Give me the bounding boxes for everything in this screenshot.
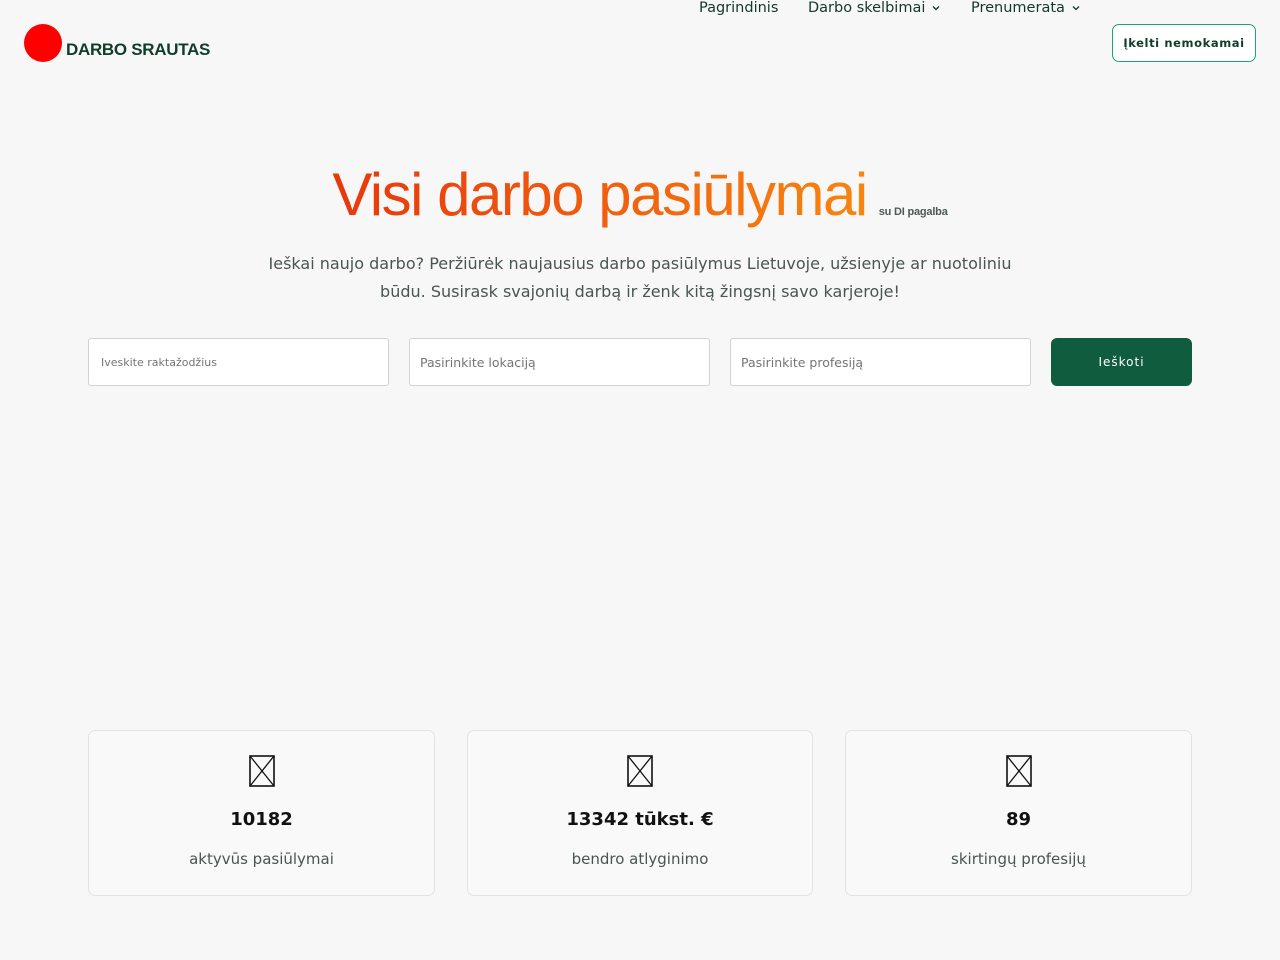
broken-image-icon [627, 755, 653, 787]
nav-item-prenumerata[interactable]: Prenumerata [971, 0, 1081, 16]
stat-value: 10182 [230, 809, 293, 830]
nav-item-label: Darbo skelbimai [808, 0, 926, 16]
brand-logo[interactable]: DARBO SRAUTAS [24, 24, 210, 62]
stat-card-active-offers: 10182 aktyvūs pasiūlymai [88, 730, 435, 896]
site-header: DARBO SRAUTAS Pagrindinis Darbo skelbima… [0, 0, 1280, 86]
stat-value: 13342 tūkst. € [566, 809, 714, 830]
logo-red-circle-icon [24, 24, 62, 62]
profession-select[interactable] [730, 338, 1031, 386]
brand-name: DARBO SRAUTAS [66, 40, 211, 59]
keywords-input[interactable] [88, 338, 389, 386]
page-title: Visi darbo pasiūlymai su DI pagalba [0, 160, 1280, 229]
broken-image-icon [248, 755, 275, 787]
stat-label: skirtingų profesijų [951, 850, 1086, 868]
chevron-down-icon [1071, 3, 1081, 13]
stat-card-professions: 89 skirtingų profesijų [845, 730, 1192, 896]
location-select[interactable] [409, 338, 710, 386]
nav-item-label: Pagrindinis [699, 0, 779, 16]
stat-label: aktyvūs pasiūlymai [189, 850, 334, 868]
hero-description: Ieškai naujo darbo? Peržiūrėk naujausius… [268, 254, 1012, 301]
upload-free-button[interactable]: Įkelti nemokamai [1112, 24, 1256, 62]
stat-value: 89 [1005, 809, 1032, 830]
broken-image-icon [1005, 755, 1032, 787]
chevron-down-icon [931, 3, 941, 13]
stat-label: bendro atlyginimo [571, 850, 709, 868]
search-button[interactable]: Ieškoti [1051, 338, 1192, 386]
nav-item-label: Prenumerata [971, 0, 1065, 16]
hero-title-text: Visi darbo pasiūlymai [332, 161, 868, 228]
nav-item-pagrindinis[interactable]: Pagrindinis [699, 0, 778, 16]
nav-item-darbo-skelbimai[interactable]: Darbo skelbimai [808, 0, 941, 16]
stat-card-total-salary: 13342 tūkst. € bendro atlyginimo [467, 730, 813, 896]
hero-title-suffix: su DI pagalba [878, 206, 948, 218]
